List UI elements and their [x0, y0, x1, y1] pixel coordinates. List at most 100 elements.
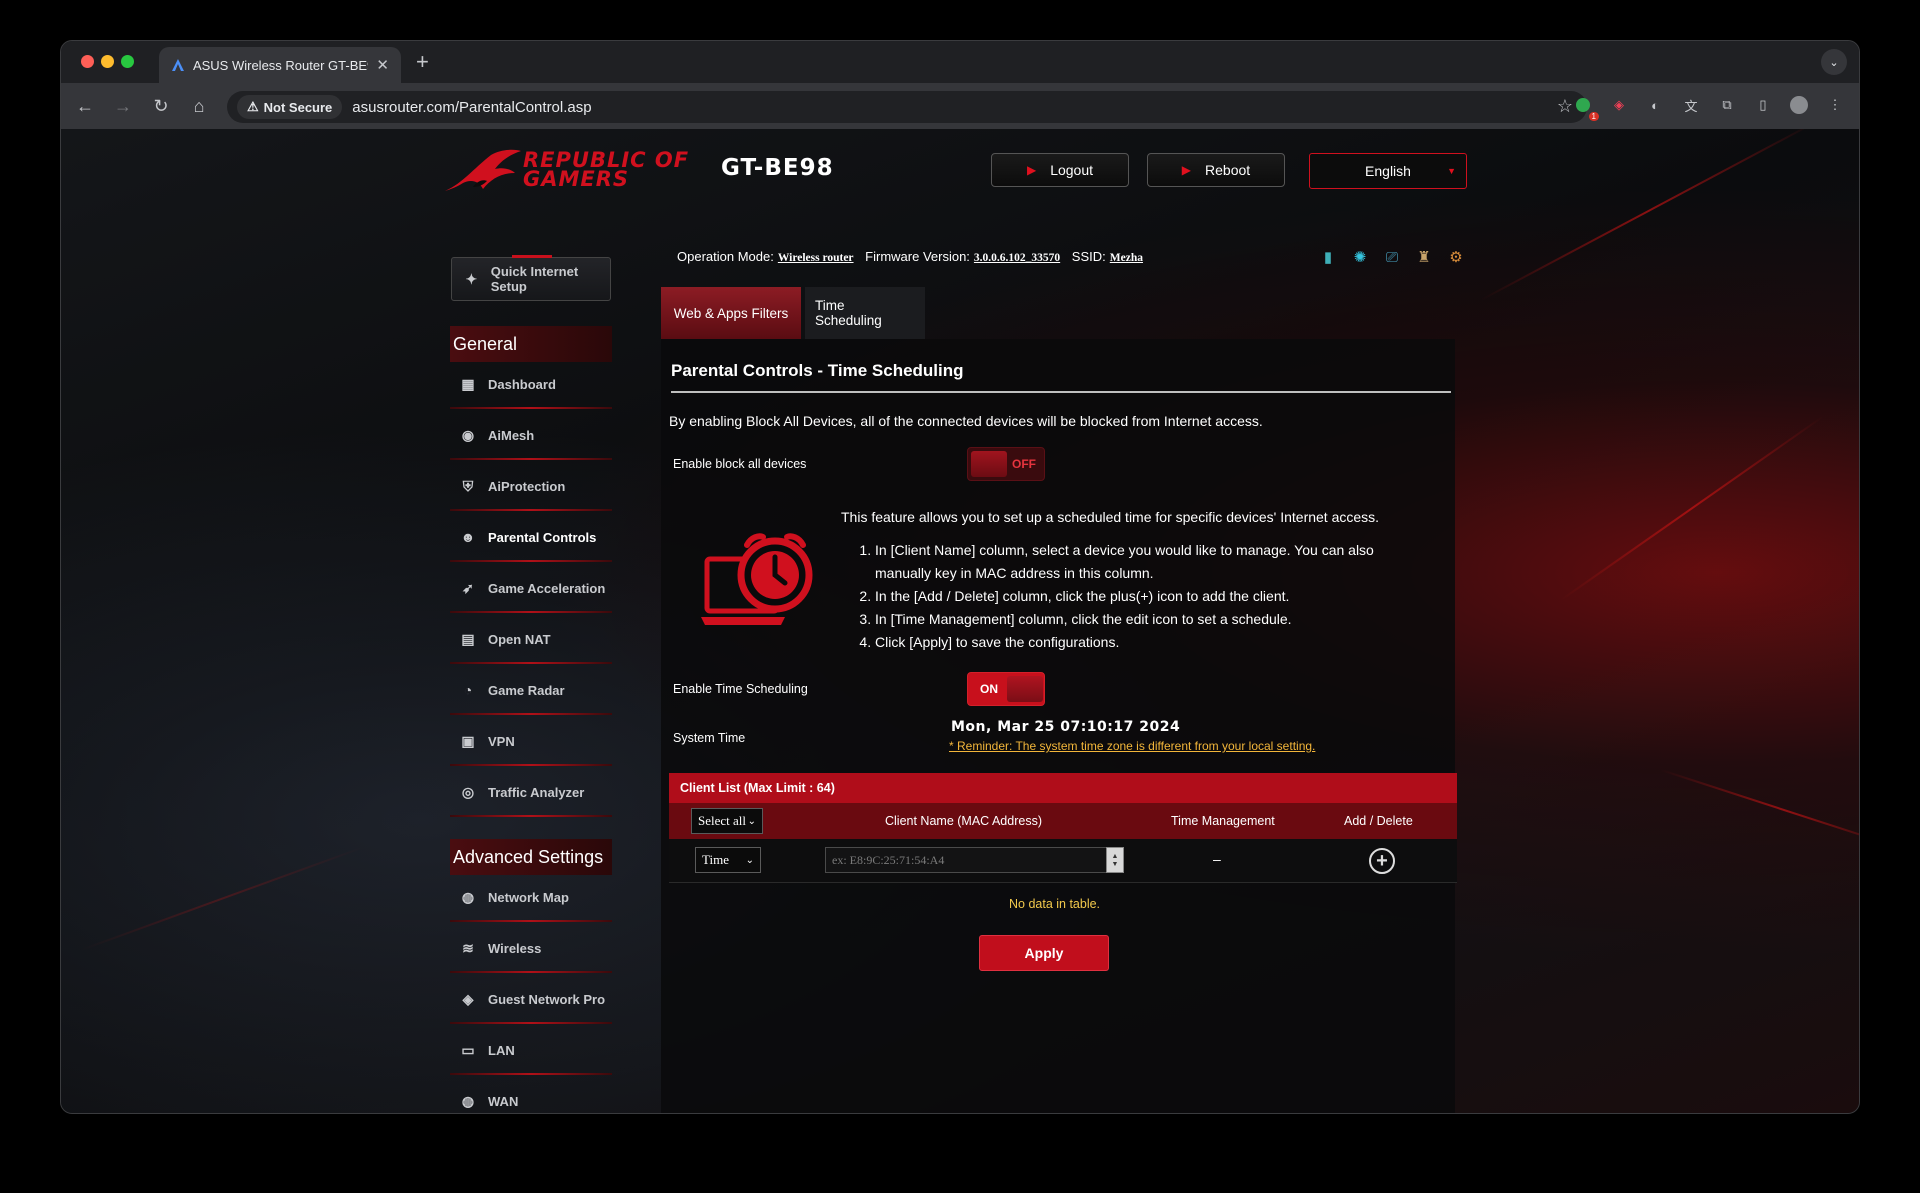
- reboot-button[interactable]: ▶ Reboot: [1147, 153, 1285, 187]
- settings-gear-icon[interactable]: ⚙: [1445, 246, 1467, 268]
- browser-menu-icon[interactable]: ⋮: [1825, 95, 1845, 115]
- toggle-knob: [1007, 676, 1043, 702]
- sidebar-item-open-nat[interactable]: ▤ Open NAT: [450, 614, 612, 664]
- page-title: Parental Controls - Time Scheduling: [671, 361, 964, 380]
- puzzle-extensions-icon[interactable]: ⧉: [1717, 95, 1737, 115]
- extension-icons: 1 ◈ ◐ 文 ⧉ ▯ ⋮: [1573, 95, 1845, 121]
- sidebar-item-label: AiProtection: [488, 478, 566, 494]
- mobile-app-icon[interactable]: ▮: [1317, 246, 1339, 268]
- sidebar-item-guest-network-pro[interactable]: ◈ Guest Network Pro: [450, 974, 612, 1024]
- tab-web-apps-filters[interactable]: Web & Apps Filters: [661, 287, 801, 339]
- sidebar-item-dashboard[interactable]: ▦ Dashboard: [450, 359, 612, 409]
- translate-extension-icon[interactable]: 文: [1681, 95, 1701, 115]
- maximize-window-button[interactable]: [121, 55, 134, 68]
- pocket-icon[interactable]: ◈: [1609, 95, 1629, 115]
- sidebar-item-game-radar[interactable]: ◔ Game Radar: [450, 665, 612, 715]
- toggle-knob: [971, 451, 1007, 477]
- block-all-label: Enable block all devices: [673, 457, 807, 471]
- sidebar-item-wan[interactable]: ◍ WAN: [450, 1076, 612, 1113]
- sidebar-item-lan[interactable]: ▭ LAN: [450, 1025, 612, 1075]
- rog-eye-logo-icon: [445, 149, 521, 191]
- select-all-dropdown[interactable]: Select all ⌄: [691, 808, 763, 834]
- sidebar-item-label: VPN: [488, 733, 515, 749]
- ssid-link[interactable]: Mezha: [1110, 252, 1143, 264]
- client-input-row: Time ⌄ ex: E8:9C:25:71:54:A4 ▲ ▼ – +: [669, 839, 1457, 883]
- mac-address-input[interactable]: ex: E8:9C:25:71:54:A4 ▲ ▼: [825, 847, 1124, 873]
- new-tab-button[interactable]: +: [416, 49, 429, 75]
- time-scheduling-toggle[interactable]: ON: [967, 672, 1045, 706]
- profile-avatar[interactable]: [1789, 95, 1809, 115]
- chevron-down-icon: ⌄: [745, 854, 754, 866]
- advanced-heading-label: Advanced Settings: [453, 846, 604, 867]
- instruction-steps: In [Client Name] column, select a device…: [855, 539, 1415, 654]
- tab-search-button[interactable]: ⌄: [1821, 49, 1847, 75]
- background-streak: [80, 846, 364, 951]
- row-mode-dropdown[interactable]: Time ⌄: [695, 847, 761, 873]
- address-bar[interactable]: ⚠ Not Secure asusrouter.com/ParentalContr…: [227, 91, 1587, 123]
- op-mode-link[interactable]: Wireless router: [778, 252, 854, 264]
- apply-button[interactable]: Apply: [979, 935, 1109, 971]
- sidebar-item-aimesh[interactable]: ◉ AiMesh: [450, 410, 612, 460]
- guest-network-icon: ◈: [462, 990, 474, 1007]
- mac-placeholder: ex: E8:9C:25:71:54:A4: [832, 852, 945, 867]
- home-icon[interactable]: ⌂: [185, 92, 213, 120]
- instruction-step: In the [Add / Delete] column, click the …: [875, 585, 1415, 608]
- dashboard-icon: ▦: [461, 375, 475, 392]
- extension-green-icon[interactable]: 1: [1573, 95, 1599, 121]
- advanced-settings-heading: Advanced Settings: [450, 839, 612, 875]
- sidebar-item-aiprotection[interactable]: ⛨ AiProtection: [450, 461, 612, 511]
- add-client-plus-icon[interactable]: +: [1369, 848, 1395, 874]
- wifi-status-icon[interactable]: ⎚: [1381, 246, 1403, 268]
- timezone-reminder-link[interactable]: * Reminder: The system time zone is diff…: [949, 739, 1315, 753]
- row-mode-value: Time: [702, 852, 729, 867]
- bookmark-star-icon[interactable]: ☆: [1557, 96, 1573, 117]
- extension-badge: 1: [1588, 112, 1599, 121]
- chevron-down-icon: ▼: [1447, 166, 1456, 176]
- instruction-step: Click [Apply] to save the configurations…: [875, 631, 1415, 654]
- close-tab-icon[interactable]: ✕: [376, 56, 389, 74]
- usb-icon[interactable]: ♜: [1413, 246, 1435, 268]
- lan-icon: ▭: [461, 1041, 475, 1058]
- ssid-label: SSID:: [1071, 249, 1106, 264]
- sidebar-item-network-map[interactable]: ◍ Network Map: [450, 872, 612, 922]
- browser-tab[interactable]: ASUS Wireless Router GT-BE98 ✕: [159, 47, 401, 83]
- general-heading-label: General: [453, 333, 518, 354]
- language-select[interactable]: English ▼: [1309, 153, 1467, 189]
- forward-icon[interactable]: →: [109, 92, 137, 120]
- tab-time-scheduling[interactable]: Time Scheduling: [805, 287, 925, 339]
- sidebar-item-game-acceleration[interactable]: ➶ Game Acceleration: [450, 563, 612, 613]
- sidebar-item-label: Wireless: [488, 940, 542, 956]
- privacy-extension-icon[interactable]: ◐: [1645, 95, 1665, 115]
- shield-icon: ⛨: [462, 477, 474, 494]
- sidebar-item-traffic-analyzer[interactable]: ◎ Traffic Analyzer: [450, 767, 612, 817]
- feature-description: This feature allows you to set up a sche…: [841, 509, 1380, 525]
- sidepanel-icon[interactable]: ▯: [1753, 95, 1773, 115]
- close-window-button[interactable]: [81, 55, 94, 68]
- url-text[interactable]: asusrouter.com/ParentalControl.asp: [352, 99, 591, 116]
- empty-table-message: No data in table.: [1009, 897, 1101, 911]
- sidebar-item-parental-controls[interactable]: ☻ Parental Controls: [450, 512, 612, 562]
- aimesh-icon: ◉: [461, 426, 475, 443]
- system-time-value: Mon, Mar 25 07:10:17 2024: [951, 719, 1181, 735]
- quick-setup-label: Quick Internet Setup: [490, 264, 579, 294]
- block-all-toggle[interactable]: OFF: [967, 447, 1045, 481]
- internet-status-icon[interactable]: ✺: [1349, 246, 1371, 268]
- back-icon[interactable]: ←: [71, 92, 99, 120]
- security-chip[interactable]: ⚠ Not Secure: [237, 95, 343, 119]
- sidebar-item-vpn[interactable]: ▣ VPN: [450, 716, 612, 766]
- minimize-window-button[interactable]: [101, 55, 114, 68]
- firmware-link[interactable]: 3.0.0.6.102_33570: [974, 252, 1060, 264]
- client-picker-stepper[interactable]: ▲ ▼: [1106, 847, 1124, 873]
- column-add-delete: Add / Delete: [1344, 814, 1413, 828]
- toggle-state: OFF: [1012, 457, 1036, 471]
- vpn-icon: ▣: [461, 732, 475, 749]
- play-arrow-icon: ▶: [1181, 163, 1192, 177]
- system-time-label: System Time: [673, 731, 746, 745]
- sidebar-item-label: Open NAT: [488, 631, 551, 647]
- quick-internet-setup-button[interactable]: ✦ Quick Internet Setup: [451, 255, 611, 301]
- op-mode-label: Operation Mode:: [677, 249, 774, 264]
- sidebar-item-wireless[interactable]: ≋ Wireless: [450, 923, 612, 973]
- client-list-heading: Client List (Max Limit : 64): [669, 773, 1457, 803]
- reload-icon[interactable]: ↻: [147, 92, 175, 120]
- logout-button[interactable]: ▶ Logout: [991, 153, 1129, 187]
